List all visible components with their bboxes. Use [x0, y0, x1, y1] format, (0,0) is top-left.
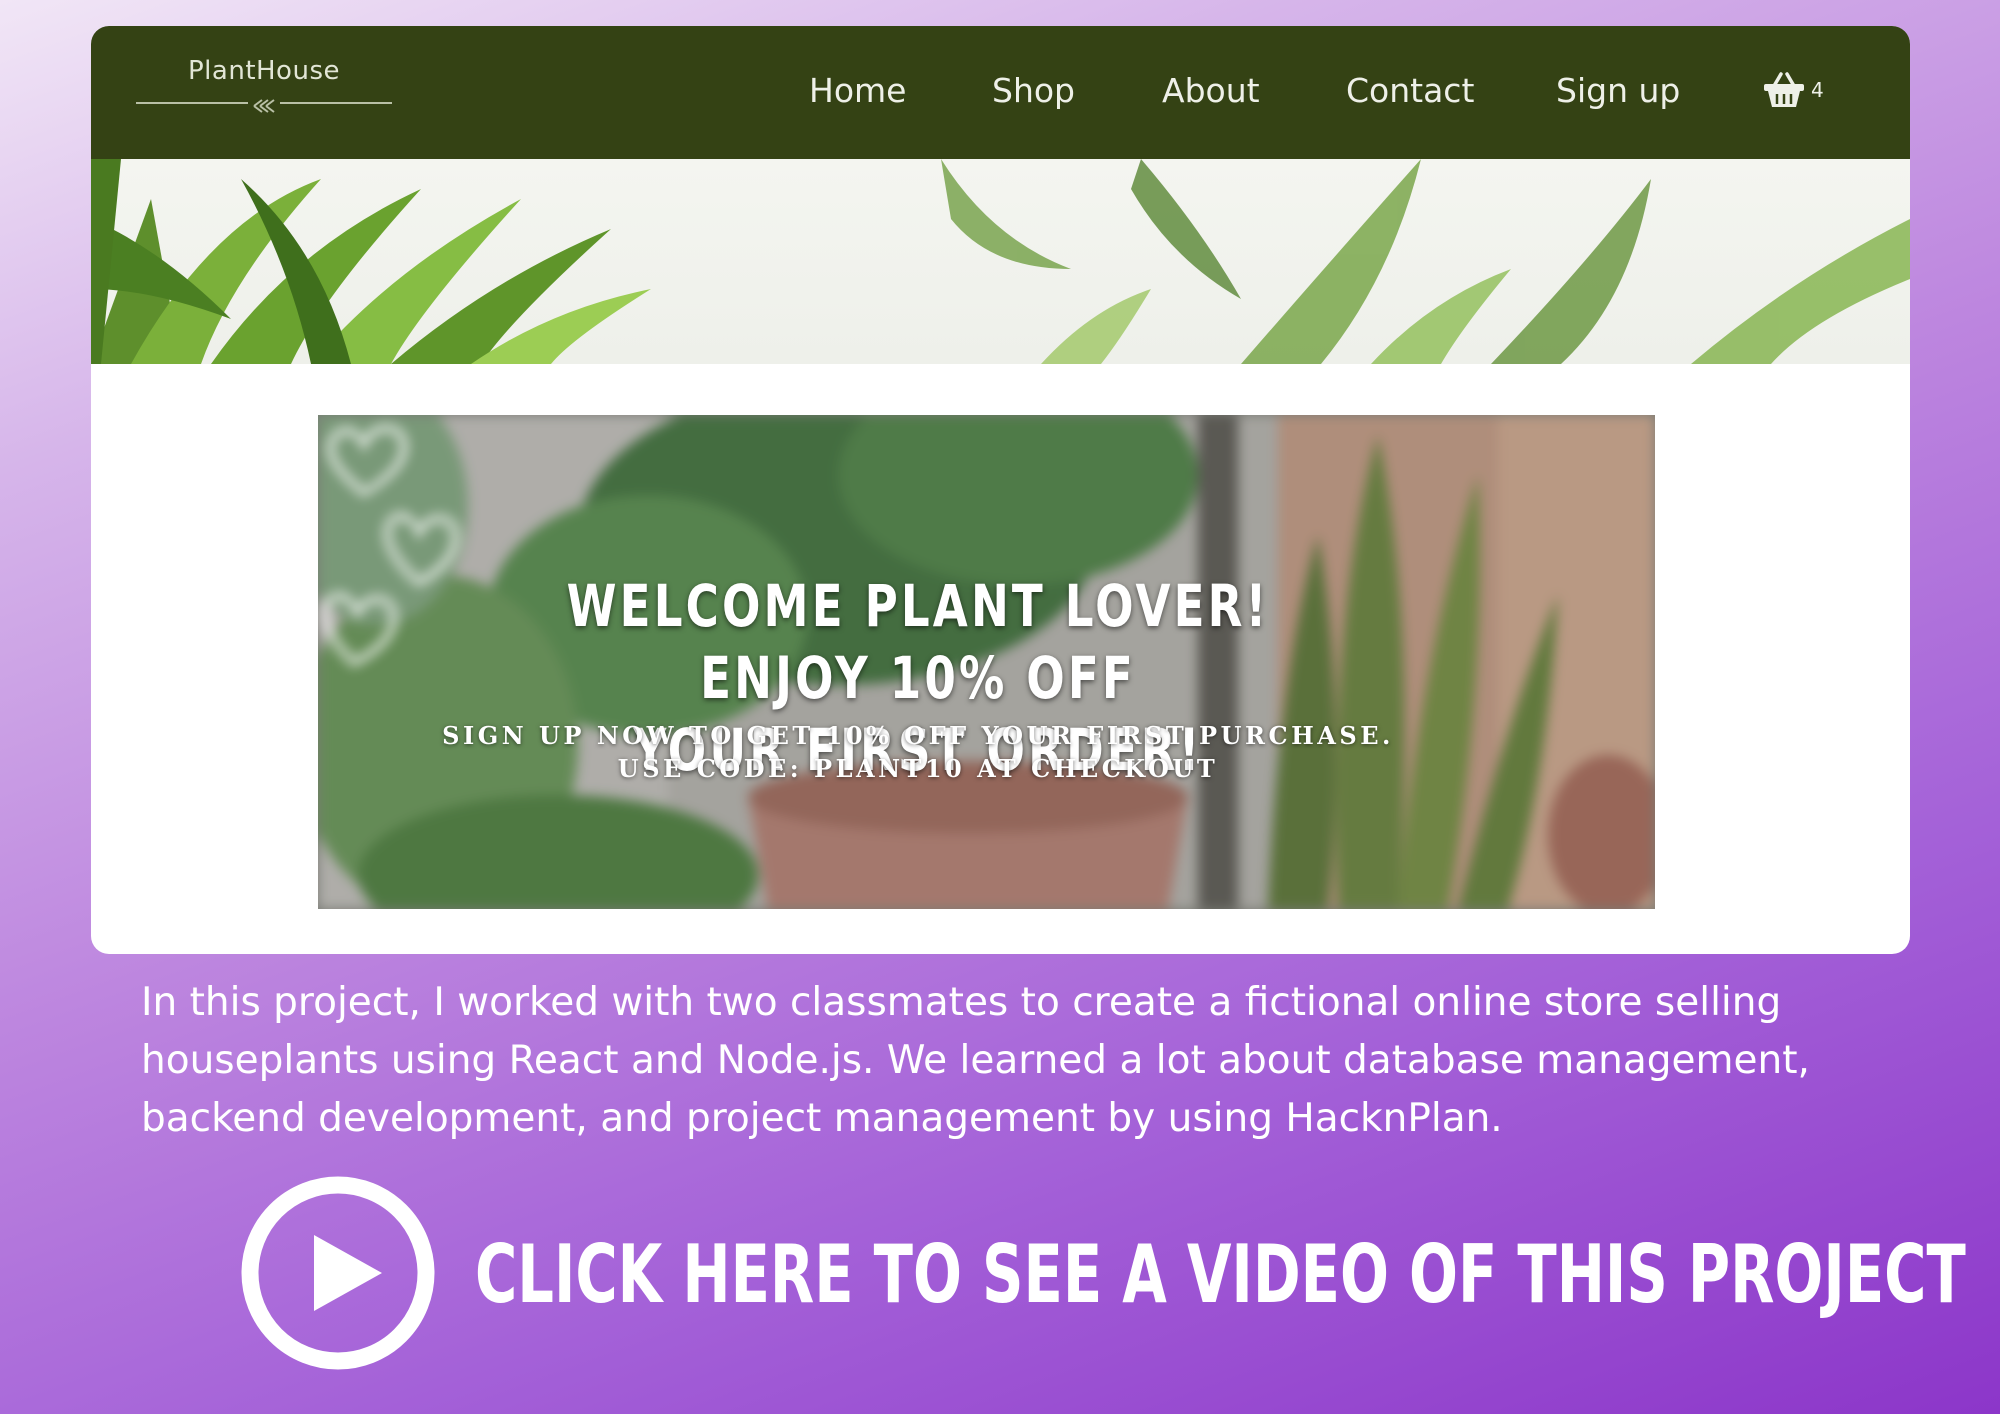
- cart-count-badge: 4: [1811, 78, 1824, 102]
- banner-headline-line-1: WELCOME PLANT LOVER! ENJOY 10% OFF: [566, 572, 1270, 712]
- cart-button[interactable]: 4: [1761, 70, 1831, 110]
- video-link[interactable]: CLICK HERE TO SEE A VIDEO OF THIS PROJEC…: [240, 1175, 1966, 1375]
- video-link-label[interactable]: CLICK HERE TO SEE A VIDEO OF THIS PROJEC…: [475, 1225, 1966, 1325]
- nav-link-shop[interactable]: Shop: [992, 68, 1075, 114]
- hero-plant-image: [91, 159, 1910, 364]
- basket-icon: [1764, 72, 1804, 107]
- project-description: In this project, I worked with two class…: [141, 980, 1810, 1141]
- nav-link-contact[interactable]: Contact: [1346, 68, 1474, 114]
- hearts-icon: [321, 424, 460, 667]
- banner-subtext-line-1: SIGN UP NOW TO GET 10% OFF YOUR FIRST PU…: [442, 721, 1394, 750]
- banner-subtext: SIGN UP NOW TO GET 10% OFF YOUR FIRST PU…: [418, 719, 1418, 785]
- nav-links: Home Shop About Contact Sign up: [91, 68, 1910, 118]
- website-preview-card: PlantHouse Home Shop About Contact Sign …: [91, 26, 1910, 954]
- nav-link-home[interactable]: Home: [809, 68, 906, 114]
- nav-link-sign-up[interactable]: Sign up: [1556, 68, 1680, 114]
- nav-link-about[interactable]: About: [1162, 68, 1260, 114]
- banner-subtext-line-2: USE CODE: PLANT10 AT CHECKOUT: [617, 754, 1219, 783]
- navbar: PlantHouse Home Shop About Contact Sign …: [91, 26, 1910, 159]
- promo-banner: WELCOME PLANT LOVER! ENJOY 10% OFF YOUR …: [318, 415, 1655, 909]
- play-icon: [241, 1176, 435, 1370]
